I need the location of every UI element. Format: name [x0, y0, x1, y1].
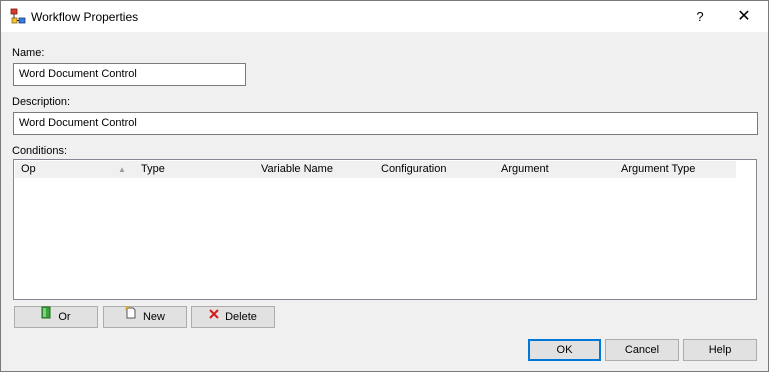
new-button[interactable]: New [103, 306, 187, 328]
window-title: Workflow Properties [31, 10, 139, 24]
workflow-icon [10, 8, 26, 24]
new-document-icon [124, 306, 137, 326]
title-bar[interactable]: Workflow Properties ? ✕ [1, 1, 768, 32]
conditions-list-header: Op ▲ Type Variable Name Configuration Ar… [15, 161, 736, 178]
name-field[interactable]: Word Document Control [13, 63, 246, 86]
or-button[interactable]: Or [14, 306, 98, 328]
delete-button-label: Delete [225, 311, 257, 323]
cancel-button[interactable]: Cancel [605, 339, 679, 361]
name-label: Name: [12, 47, 45, 59]
ok-button[interactable]: OK [528, 339, 601, 361]
delete-button[interactable]: Delete [191, 306, 275, 328]
or-icon [41, 306, 52, 326]
column-header-type[interactable]: Type [135, 161, 255, 178]
description-label: Description: [12, 96, 71, 108]
new-button-label: New [142, 311, 165, 323]
column-header-argument-type[interactable]: Argument Type [615, 161, 736, 178]
conditions-list[interactable]: Op ▲ Type Variable Name Configuration Ar… [13, 159, 757, 300]
close-icon[interactable]: ✕ [727, 1, 761, 32]
column-header-argument[interactable]: Argument [495, 161, 615, 178]
description-field[interactable]: Word Document Control [13, 112, 758, 135]
column-header-op[interactable]: Op [15, 161, 135, 178]
workflow-properties-dialog: Workflow Properties ? ✕ Name: Word Docum… [0, 0, 769, 372]
column-header-configuration[interactable]: Configuration [375, 161, 495, 178]
sort-ascending-icon: ▲ [118, 165, 126, 174]
or-button-label: Or [58, 311, 71, 323]
delete-icon [209, 306, 219, 326]
conditions-label: Conditions: [12, 145, 68, 157]
help-button[interactable]: Help [683, 339, 757, 361]
help-icon[interactable]: ? [683, 1, 717, 32]
column-header-variable-name[interactable]: Variable Name [255, 161, 375, 178]
